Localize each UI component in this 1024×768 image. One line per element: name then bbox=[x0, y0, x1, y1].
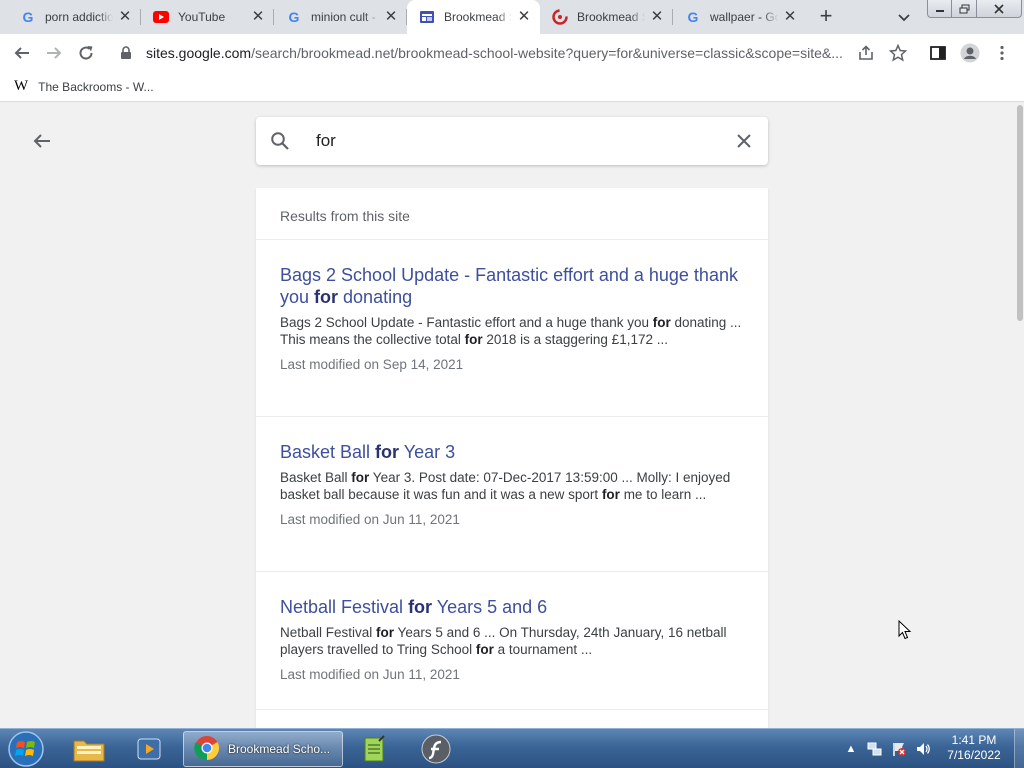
wikipedia-icon: W bbox=[14, 78, 29, 94]
clock-date: 7/16/2022 bbox=[947, 748, 1001, 762]
result-title-link[interactable]: Basket Ball for Year 3 bbox=[280, 441, 744, 463]
windows-taskbar: Brookmead Scho... ▲ 1:41 PM 7/16/2022 bbox=[0, 728, 1024, 768]
tab-search-chevron-icon[interactable] bbox=[895, 8, 913, 26]
tab-porn-addiction[interactable]: G porn addiction ✕ bbox=[8, 0, 141, 34]
result-item: Basket Ball for Year 3 Basket Ball for Y… bbox=[256, 417, 768, 572]
tab-title: Brookmead School bbox=[577, 10, 645, 24]
clock-time: 1:41 PM bbox=[951, 733, 997, 747]
lock-icon[interactable] bbox=[118, 45, 134, 61]
result-snippet: Netball Festival for Years 5 and 6 ... O… bbox=[280, 625, 727, 657]
volume-icon[interactable] bbox=[915, 741, 931, 757]
reload-icon[interactable] bbox=[74, 41, 98, 65]
result-title-link[interactable]: Bags 2 School Update - Fantastic effort … bbox=[280, 264, 744, 308]
browser-toolbar: sites.google.com/search/brookmead.net/br… bbox=[0, 34, 1024, 72]
bookmark-label: The Backrooms - W... bbox=[38, 79, 154, 94]
result-modified-date: Last modified on Jun 11, 2021 bbox=[280, 667, 460, 682]
google-sites-icon bbox=[419, 9, 435, 25]
result-modified-date: Last modified on Jun 11, 2021 bbox=[280, 512, 460, 527]
tab-close-icon[interactable]: ✕ bbox=[516, 9, 532, 25]
bookmark-backrooms[interactable]: W The Backrooms - W... bbox=[14, 78, 154, 95]
profile-avatar-icon[interactable] bbox=[958, 41, 982, 65]
system-clock[interactable]: 1:41 PM 7/16/2022 bbox=[936, 733, 1012, 763]
back-button[interactable] bbox=[30, 129, 54, 153]
restore-button[interactable] bbox=[952, 0, 977, 18]
tab-title: wallpaer - Google bbox=[710, 10, 778, 24]
result-item: Netball Festival for Years 5 and 6 Netba… bbox=[256, 572, 768, 710]
result-item: Bags 2 School Update - Fantastic effort … bbox=[256, 240, 768, 417]
result-modified-date: Last modified on Sep 14, 2021 bbox=[280, 357, 464, 372]
window-controls bbox=[927, 0, 1024, 18]
tab-wallpaer[interactable]: G wallpaer - Google ✕ bbox=[673, 0, 806, 34]
share-icon[interactable] bbox=[854, 41, 878, 65]
google-icon: G bbox=[20, 9, 36, 25]
tab-title: Brookmead School bbox=[444, 10, 512, 24]
brookmead-icon bbox=[552, 9, 568, 25]
show-hidden-icons-icon[interactable]: ▲ bbox=[843, 741, 859, 757]
search-icon[interactable] bbox=[270, 131, 290, 151]
flash-taskbar-icon[interactable] bbox=[410, 731, 462, 767]
close-window-button[interactable] bbox=[977, 0, 1022, 18]
search-input[interactable] bbox=[316, 117, 696, 165]
show-desktop-button[interactable] bbox=[1014, 729, 1024, 768]
tab-title: porn addiction bbox=[45, 10, 113, 24]
result-snippet: Basket Ball for Year 3. Post date: 07-De… bbox=[280, 470, 731, 502]
clear-search-icon[interactable] bbox=[734, 131, 754, 151]
url-path: /search/brookmead.net/brookmead-school-w… bbox=[251, 45, 843, 61]
results-header: Results from this site bbox=[256, 188, 768, 240]
new-tab-button[interactable]: + bbox=[814, 5, 838, 29]
start-button[interactable] bbox=[6, 730, 46, 768]
tab-strip: G porn addiction ✕ YouTube ✕ G minion cu… bbox=[0, 0, 1024, 34]
page-content: Results from this site Bags 2 School Upd… bbox=[0, 103, 1016, 728]
system-tray: ▲ bbox=[843, 729, 939, 768]
tab-brookmead-sites[interactable]: Brookmead School ✕ bbox=[407, 0, 540, 34]
tab-close-icon[interactable]: ✕ bbox=[117, 9, 133, 25]
svg-text:G: G bbox=[688, 9, 699, 25]
tab-close-icon[interactable]: ✕ bbox=[649, 9, 665, 25]
chrome-icon bbox=[194, 735, 220, 764]
youtube-icon bbox=[153, 9, 169, 25]
svg-text:G: G bbox=[23, 9, 34, 25]
action-center-flag-icon[interactable] bbox=[891, 741, 907, 757]
tab-close-icon[interactable]: ✕ bbox=[383, 9, 399, 25]
tab-youtube[interactable]: YouTube ✕ bbox=[141, 0, 274, 34]
tab-title: YouTube bbox=[178, 10, 226, 24]
result-title-link[interactable]: Netball Festival for Years 5 and 6 bbox=[280, 596, 744, 618]
search-results-card: Results from this site Bags 2 School Upd… bbox=[256, 188, 768, 728]
side-panel-icon[interactable] bbox=[926, 41, 950, 65]
chrome-window-label: Brookmead Scho... bbox=[228, 742, 331, 756]
result-item bbox=[256, 710, 768, 728]
mouse-cursor-icon bbox=[898, 619, 912, 640]
url-text[interactable]: sites.google.com/search/brookmead.net/br… bbox=[146, 45, 846, 61]
result-snippet: Bags 2 School Update - Fantastic effort … bbox=[280, 315, 742, 347]
chrome-taskbar-button[interactable]: Brookmead Scho... bbox=[183, 731, 343, 767]
minimize-button[interactable] bbox=[927, 0, 952, 18]
tab-brookmead-school[interactable]: Brookmead School ✕ bbox=[540, 0, 673, 34]
scrollbar-thumb[interactable] bbox=[1017, 105, 1023, 321]
tab-close-icon[interactable]: ✕ bbox=[250, 9, 266, 25]
bookmark-star-icon[interactable] bbox=[886, 41, 910, 65]
back-arrow-icon[interactable] bbox=[10, 41, 34, 65]
page-scrollbar[interactable] bbox=[1016, 103, 1024, 728]
svg-text:G: G bbox=[289, 9, 300, 25]
google-icon: G bbox=[286, 9, 302, 25]
notepad-taskbar-icon[interactable] bbox=[348, 731, 400, 767]
kebab-menu-icon[interactable] bbox=[990, 41, 1014, 65]
address-bar[interactable]: sites.google.com/search/brookmead.net/br… bbox=[110, 37, 920, 69]
bookmarks-bar: W The Backrooms - W... bbox=[0, 72, 1024, 102]
tab-close-icon[interactable]: ✕ bbox=[782, 9, 798, 25]
media-player-taskbar-icon[interactable] bbox=[123, 731, 175, 767]
tab-minion-cult[interactable]: G minion cult - Google ✕ bbox=[274, 0, 407, 34]
file-explorer-taskbar-icon[interactable] bbox=[63, 731, 115, 767]
google-icon: G bbox=[685, 9, 701, 25]
network-icon[interactable] bbox=[867, 741, 883, 757]
site-search-box bbox=[256, 117, 768, 165]
forward-arrow-icon[interactable] bbox=[42, 41, 66, 65]
url-host: sites.google.com bbox=[146, 45, 252, 61]
tab-title: minion cult - Google bbox=[311, 10, 379, 24]
